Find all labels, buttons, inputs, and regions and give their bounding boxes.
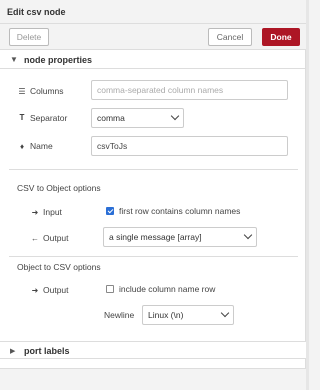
separator-select[interactable]: comma	[91, 108, 184, 128]
chevron-right-icon: ▶	[10, 348, 16, 355]
input-label: ➜ Input	[31, 207, 62, 217]
divider	[9, 256, 298, 257]
chevron-down-icon	[170, 111, 180, 121]
first-row-label: first row contains column names	[119, 206, 241, 216]
name-label: ♦ Name	[17, 141, 53, 151]
chevron-down-icon	[220, 308, 230, 318]
tray-toolbar: Delete Cancel Done	[0, 24, 306, 50]
tag-icon: ♦	[19, 141, 25, 151]
scrollbar[interactable]	[306, 0, 309, 390]
columns-input[interactable]: comma-separated column names	[91, 80, 288, 100]
section-label: node properties	[24, 55, 93, 65]
delete-button[interactable]: Delete	[9, 28, 49, 46]
output-label: ← Output	[31, 233, 69, 243]
newline-select[interactable]: Linux (\n)	[142, 305, 234, 325]
name-input[interactable]: csvToJs	[91, 136, 288, 156]
include-header-label: include column name row	[119, 284, 216, 294]
tray-header: Edit csv node	[0, 0, 306, 24]
sign-in-icon: ➜	[31, 285, 39, 295]
text-cursor-icon: 𝐓	[19, 113, 25, 122]
sign-in-icon: ➜	[31, 207, 39, 217]
newline-label: Newline	[104, 310, 135, 320]
columns-label: ☰ Columns	[18, 86, 64, 96]
list-icon: ☰	[18, 86, 26, 96]
csv-to-object-title: CSV to Object options	[17, 183, 101, 193]
output-select[interactable]: a single message [array]	[103, 227, 257, 247]
first-row-checkbox[interactable]	[106, 207, 114, 215]
section-port-labels[interactable]: ▶ port labels	[0, 341, 306, 359]
edit-tray: Edit csv node Delete Cancel Done ▼ node …	[0, 0, 306, 390]
cancel-button[interactable]: Cancel	[208, 28, 252, 46]
tray-footer	[0, 368, 306, 390]
done-button[interactable]: Done	[262, 28, 300, 46]
section-label: port labels	[24, 346, 70, 356]
section-node-properties[interactable]: ▼ node properties	[0, 51, 306, 69]
separator-label: 𝐓 Separator	[17, 113, 67, 123]
divider	[9, 169, 298, 170]
tray-title: Edit csv node	[7, 7, 66, 17]
chevron-down-icon: ▼	[10, 55, 18, 64]
csv-output-label: ➜ Output	[31, 285, 69, 295]
include-header-checkbox[interactable]	[106, 285, 114, 293]
object-to-csv-title: Object to CSV options	[17, 262, 101, 272]
sign-out-icon: ←	[31, 233, 39, 243]
chevron-down-icon	[243, 230, 253, 240]
